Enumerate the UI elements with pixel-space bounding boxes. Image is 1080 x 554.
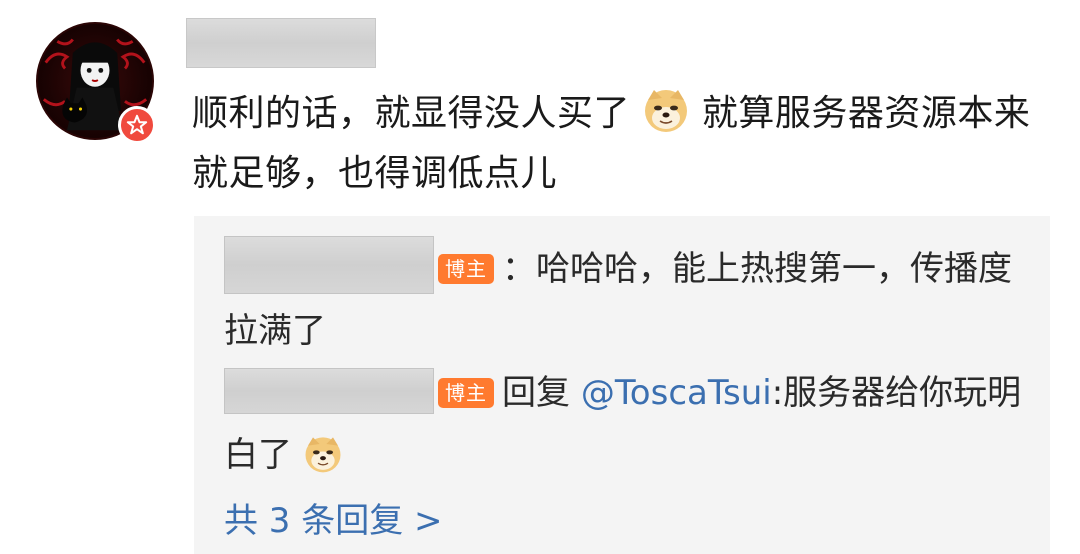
author-tag: 博主 (438, 378, 494, 408)
author-tag: 博主 (438, 254, 494, 284)
reply-panel[interactable]: 博主 ：哈哈哈，能上热搜第一，传播度拉满了 博主 回复 @ToscaTsui:服务器… (194, 216, 1050, 554)
doge-emoji-icon (644, 90, 687, 132)
comment-text: 顺利的话，就显得没人买了 就算服务器资源本来就足够，也得调低点儿 (192, 84, 1052, 204)
reply-username-redacted[interactable] (224, 236, 434, 294)
reply-prefix: 回复 (502, 373, 581, 413)
reply-item[interactable]: 博主 回复 @ToscaTsui:服务器给你玩明白了 (224, 362, 1024, 486)
comment-text-part1: 顺利的话，就显得没人买了 (192, 93, 631, 134)
more-replies-link[interactable]: 共 3 条回复 > (224, 498, 443, 544)
doge-emoji-icon (305, 437, 341, 473)
comment-card: 顺利的话，就显得没人买了 就算服务器资源本来就足够，也得调低点儿 博主 ：哈哈哈，… (0, 0, 1080, 554)
reply-item[interactable]: 博主 ：哈哈哈，能上热搜第一，传播度拉满了 (224, 236, 1024, 362)
verified-star-icon (118, 106, 156, 144)
mention-link[interactable]: @ToscaTsui (581, 373, 772, 413)
username-redacted (186, 18, 376, 68)
reply-username-redacted[interactable] (224, 368, 434, 414)
